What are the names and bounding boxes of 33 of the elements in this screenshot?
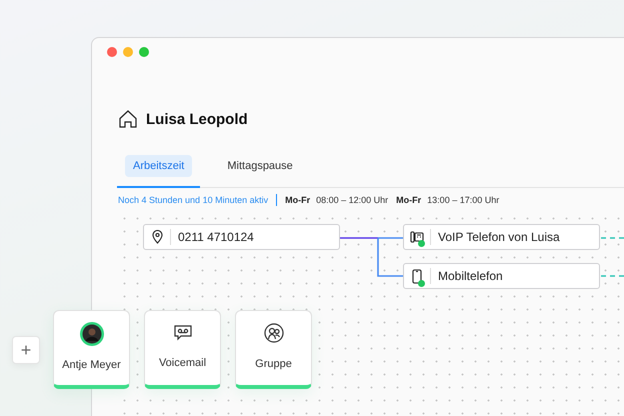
days-label: Mo-Fr <box>396 195 422 205</box>
connector-line <box>601 275 624 277</box>
target-label: Gruppe <box>254 358 293 370</box>
status-text: Noch 4 Stunden und 10 Minuten aktiv <box>118 195 268 205</box>
voicemail-icon <box>172 324 192 342</box>
time-range: 08:00 – 12:00 Uhr <box>316 195 388 205</box>
minimize-icon[interactable] <box>123 47 133 57</box>
close-icon[interactable] <box>107 47 117 57</box>
avatar-icon <box>80 322 104 346</box>
tab[interactable]: Mittagspause <box>211 149 309 188</box>
target-label: Antje Meyer <box>61 359 122 372</box>
location-pin-icon <box>152 230 162 244</box>
phone-number: 0211 4710124 <box>178 230 254 244</box>
desk-phone-icon <box>410 230 424 244</box>
group-icon <box>264 323 284 343</box>
target-card[interactable]: Voicemail <box>144 310 221 389</box>
target-label: Voicemail <box>158 357 208 370</box>
connector-line <box>601 237 624 239</box>
home-icon <box>118 109 138 129</box>
target-card[interactable]: Antje Meyer <box>53 310 130 389</box>
days-label: Mo-Fr <box>285 195 310 205</box>
add-button[interactable]: + <box>12 336 40 364</box>
device-label: VoIP Telefon von Luisa <box>438 230 560 244</box>
phone-number-node[interactable]: 0211 4710124 <box>143 224 340 250</box>
mobile-phone-icon <box>411 268 423 284</box>
time-range: 13:00 – 17:00 Uhr <box>427 195 500 205</box>
device-label: Mobiltelefon <box>438 269 503 283</box>
tab[interactable]: Arbeitszeit <box>117 149 200 188</box>
target-card[interactable]: Gruppe <box>235 310 312 389</box>
device-node[interactable]: Mobiltelefon <box>403 263 600 289</box>
maximize-icon[interactable] <box>139 47 149 57</box>
contact-name: Luisa Leopold <box>146 110 248 128</box>
device-node[interactable]: VoIP Telefon von Luisa <box>403 224 600 250</box>
